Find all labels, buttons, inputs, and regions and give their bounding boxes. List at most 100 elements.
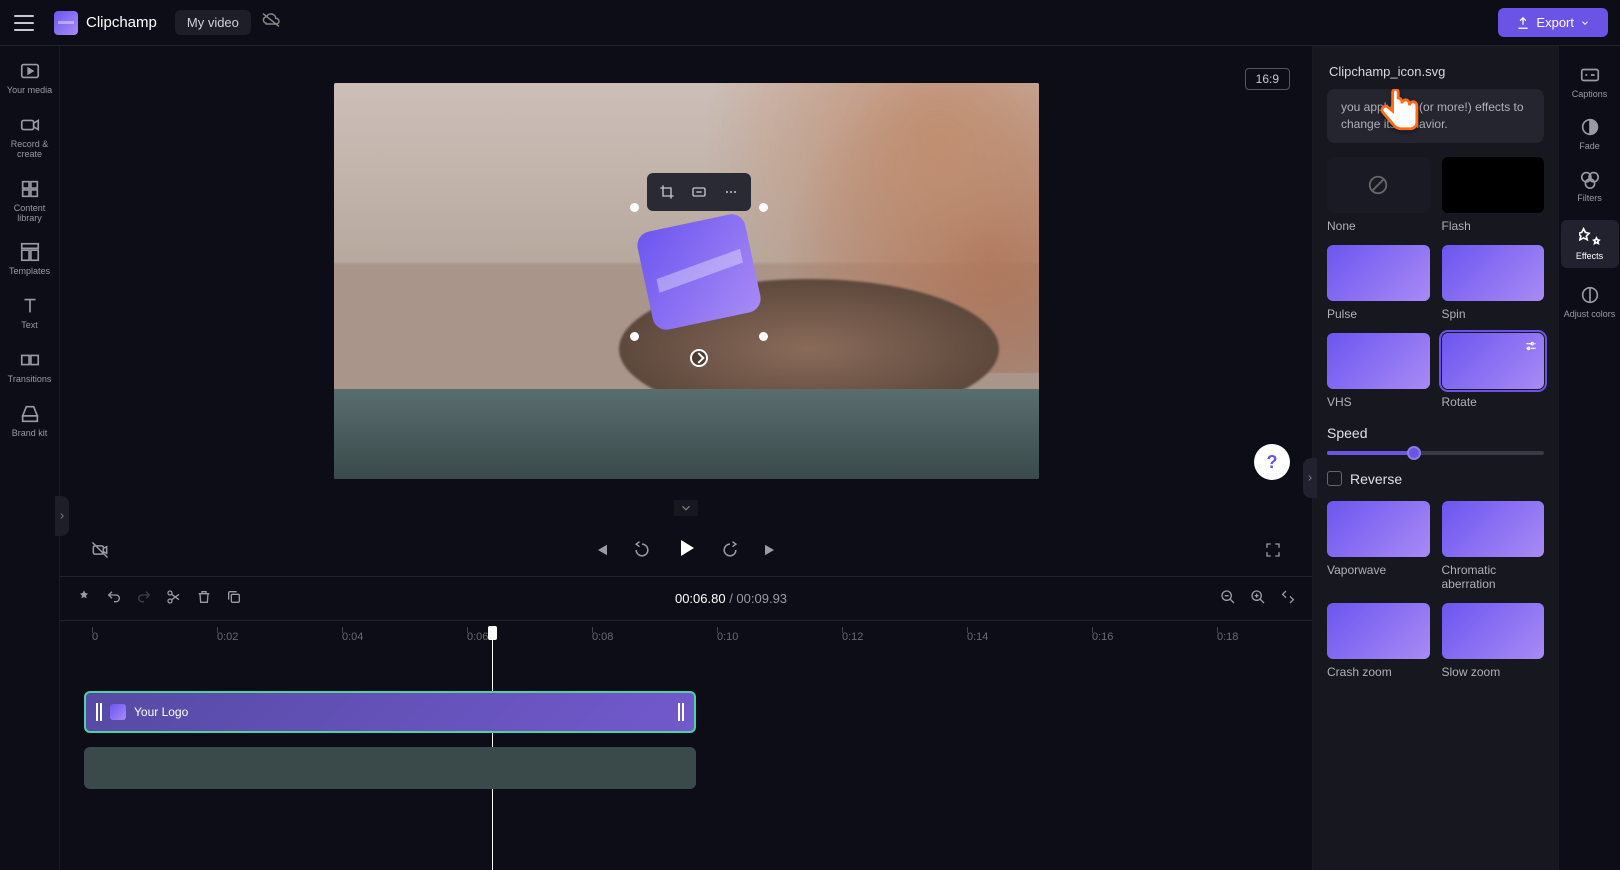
sidebar-text[interactable]: Text (3, 295, 57, 331)
sidebar-templates[interactable]: Templates (3, 241, 57, 277)
play-button[interactable] (674, 536, 698, 566)
effect-label: Rotate (1442, 395, 1545, 409)
menu-icon[interactable] (12, 11, 36, 35)
speed-slider-thumb[interactable] (1407, 446, 1421, 460)
effect-thumb (1442, 245, 1545, 301)
timeline-toolbar: 00:06.80 / 00:09.93 (60, 576, 1312, 620)
clip-video[interactable] (84, 747, 696, 789)
duplicate-button[interactable] (226, 589, 242, 608)
brand[interactable]: Clipchamp (54, 11, 157, 35)
tab-filters[interactable]: Filters (1563, 168, 1617, 204)
forward-button[interactable] (720, 540, 740, 563)
aspect-ratio-badge[interactable]: 16:9 (1245, 68, 1290, 90)
effect-crash-zoom[interactable]: Crash zoom (1327, 603, 1430, 679)
zoom-in-button[interactable] (1250, 589, 1266, 608)
adjust-colors-icon (1579, 284, 1601, 306)
effect-vaporwave[interactable]: Vaporwave (1327, 501, 1430, 591)
help-button[interactable]: ? (1254, 444, 1290, 480)
skip-forward-button[interactable] (762, 541, 780, 562)
ruler-tick: 0:18 (1217, 631, 1238, 643)
effect-vhs[interactable]: VHS (1327, 333, 1430, 409)
logo-overlay (634, 212, 762, 333)
filters-icon (1579, 168, 1601, 190)
brand-name: Clipchamp (86, 14, 157, 31)
sidebar-record-create[interactable]: Record & create (3, 114, 57, 160)
effect-thumb (1442, 501, 1545, 557)
ruler[interactable]: 00:020:040:060:080:100:120:140:160:18 (76, 621, 1296, 651)
effect-thumb (1327, 245, 1430, 301)
effect-spin[interactable]: Spin (1442, 245, 1545, 321)
transport-controls (60, 526, 1312, 576)
split-button[interactable] (166, 589, 182, 608)
sidebar-transitions[interactable]: Transitions (3, 349, 57, 385)
fit-timeline-button[interactable] (1280, 589, 1296, 608)
effect-label: None (1327, 219, 1430, 233)
video-preview[interactable] (334, 83, 1039, 479)
rotate-handle[interactable] (690, 349, 708, 367)
ruler-tick: 0:02 (217, 631, 238, 643)
tune-icon[interactable] (1524, 339, 1538, 356)
effect-flash[interactable]: Flash (1442, 157, 1545, 233)
resize-handle-br[interactable] (759, 332, 768, 341)
chevron-down-icon (1580, 18, 1590, 28)
undo-button[interactable] (106, 589, 122, 608)
resize-handle-tl[interactable] (630, 203, 639, 212)
effect-none[interactable]: None (1327, 157, 1430, 233)
fullscreen-button[interactable] (1264, 541, 1282, 562)
export-label: Export (1536, 15, 1574, 30)
tab-fade[interactable]: Fade (1563, 116, 1617, 152)
track-video (76, 747, 1296, 789)
clip-logo[interactable]: Your Logo (84, 691, 696, 733)
effect-label: VHS (1327, 395, 1430, 409)
text-icon (19, 295, 41, 317)
effect-thumb (1442, 333, 1545, 389)
fade-icon (1579, 116, 1601, 138)
ruler-tick: 0:16 (1092, 631, 1113, 643)
magic-button[interactable] (76, 589, 92, 608)
brand-logo-icon (54, 11, 78, 35)
project-name[interactable]: My video (175, 10, 251, 35)
ruler-tick: 0:04 (342, 631, 363, 643)
clip-grip-right[interactable] (678, 703, 684, 721)
brand-kit-icon (19, 403, 41, 425)
left-sidebar: Your media Record & create Content libra… (0, 46, 60, 870)
resize-handle-tr[interactable] (759, 203, 768, 212)
media-icon (19, 60, 41, 82)
sidebar-content-library[interactable]: Content library (3, 178, 57, 224)
speed-slider[interactable] (1327, 451, 1544, 455)
skip-back-button[interactable] (592, 541, 610, 562)
crop-button[interactable] (653, 179, 681, 205)
timeline[interactable]: 00:020:040:060:080:100:120:140:160:18 Yo… (60, 620, 1312, 870)
effects-panel: Clipchamp_icon.svg you apply one (or mor… (1312, 46, 1558, 870)
effect-rotate[interactable]: Rotate (1442, 333, 1545, 409)
templates-icon (19, 241, 41, 263)
cloud-off-icon[interactable] (261, 12, 281, 33)
tab-adjust-colors[interactable]: Adjust colors (1563, 284, 1617, 320)
selected-element[interactable] (634, 207, 764, 337)
effect-thumb (1327, 157, 1430, 213)
export-button[interactable]: Export (1498, 8, 1608, 37)
tab-effects[interactable]: Effects (1561, 220, 1619, 268)
clip-grip-left[interactable] (96, 703, 102, 721)
record-icon (19, 114, 41, 136)
clip-label: Your Logo (134, 705, 670, 719)
effect-pulse[interactable]: Pulse (1327, 245, 1430, 321)
playhead-knob[interactable] (488, 626, 497, 640)
sidebar-brand-kit[interactable]: Brand kit (3, 403, 57, 439)
effect-thumb (1327, 333, 1430, 389)
delete-button[interactable] (196, 589, 212, 608)
ruler-tick: 0:08 (592, 631, 613, 643)
zoom-out-button[interactable] (1220, 589, 1236, 608)
reverse-checkbox[interactable] (1327, 471, 1342, 486)
time-display: 00:06.80 / 00:09.93 (256, 591, 1206, 606)
fit-button[interactable] (685, 179, 713, 205)
resize-handle-bl[interactable] (630, 332, 639, 341)
sidebar-your-media[interactable]: Your media (3, 60, 57, 96)
rewind-button[interactable] (632, 540, 652, 563)
effect-label: Crash zoom (1327, 665, 1430, 679)
tab-captions[interactable]: Captions (1563, 64, 1617, 100)
effect-chromatic-aberration[interactable]: Chromatic aberration (1442, 501, 1545, 591)
camera-off-icon[interactable] (90, 540, 110, 563)
speed-label: Speed (1327, 425, 1544, 441)
effect-slow-zoom[interactable]: Slow zoom (1442, 603, 1545, 679)
